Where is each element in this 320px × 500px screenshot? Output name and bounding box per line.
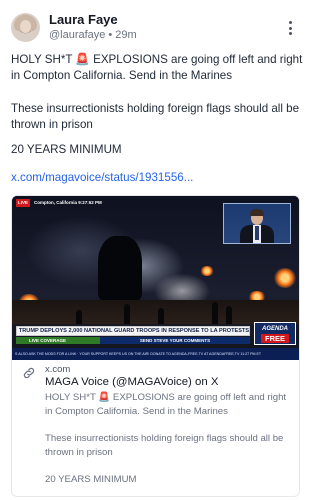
person-silhouette xyxy=(124,304,130,324)
more-vertical-icon-dot xyxy=(288,32,292,35)
preview-domain: x.com xyxy=(45,364,71,375)
link-icon xyxy=(23,367,35,379)
post-paragraph: HOLY SH*T 🚨 EXPLOSIONS are going off lef… xyxy=(11,53,303,82)
post-link[interactable]: x.com/magavoice/status/1931556... xyxy=(11,171,193,184)
preview-description: These insurrectionists holding foreign f… xyxy=(45,433,284,458)
avatar-face xyxy=(20,20,31,33)
more-vertical-icon xyxy=(288,21,292,24)
preview-description: 20 YEARS MINIMUM xyxy=(45,474,137,485)
street-ground xyxy=(12,300,299,324)
news-headline-bar: TRUMP DEPLOYS 2,000 NATIONAL GUARD TROOP… xyxy=(16,326,250,336)
author-name[interactable]: Laura Faye xyxy=(49,12,118,27)
avatar[interactable] xyxy=(11,13,40,42)
preview-title[interactable]: MAGA Voice (@MAGAVoice) on X xyxy=(45,376,218,388)
person-silhouette xyxy=(76,310,82,324)
post: Laura Faye @laurafaye • 29m HOLY SH*T 🚨 EX… xyxy=(0,0,311,500)
tree-silhouette xyxy=(98,236,142,300)
more-options-button[interactable] xyxy=(282,19,298,37)
channel-logo-name: AGENDA xyxy=(261,326,288,332)
live-badge: LIVE xyxy=(16,199,31,207)
person-silhouette xyxy=(226,306,232,324)
preview-description: HOLY SH*T 🚨 EXPLOSIONS are going off lef… xyxy=(45,392,287,417)
anchor-inset xyxy=(223,203,291,244)
person-silhouette xyxy=(158,308,164,324)
channel-logo: AGENDA FREE xyxy=(254,322,296,345)
author-handle[interactable]: @laurafaye xyxy=(49,29,105,41)
anchor-tie xyxy=(255,226,259,240)
link-preview-card[interactable]: LIVE Compton, California 9:27:52 PM TRUM… xyxy=(11,195,300,497)
news-ticker: S ALSO ASK THE MODS FOR A LINK · YOUR SU… xyxy=(12,348,299,360)
meta-separator: • xyxy=(108,29,113,41)
send-comments-label: SEND STEVE YOUR COMMENTS xyxy=(100,337,250,344)
location-caption: Compton, California 9:27:52 PM xyxy=(34,200,102,205)
channel-logo-badge: FREE xyxy=(261,334,289,343)
post-paragraph: These insurrectionists holding foreign f… xyxy=(11,102,300,131)
person-silhouette xyxy=(212,302,218,324)
fire-glow xyxy=(200,266,214,276)
news-headline: TRUMP DEPLOYS 2,000 NATIONAL GUARD TROOP… xyxy=(18,328,250,334)
live-coverage-label: LIVE COVERAGE xyxy=(16,337,100,344)
post-paragraph: 20 YEARS MINIMUM xyxy=(11,143,122,156)
anchor-hair xyxy=(250,209,264,216)
preview-image[interactable]: LIVE Compton, California 9:27:52 PM TRUM… xyxy=(12,196,299,360)
author-meta: @laurafaye • 29m xyxy=(49,29,137,41)
post-time[interactable]: 29m xyxy=(115,29,136,41)
more-vertical-icon-dot xyxy=(288,26,292,30)
fire-glow xyxy=(274,268,296,288)
preview-body[interactable]: x.com MAGA Voice (@MAGAVoice) on X HOLY … xyxy=(12,360,299,496)
